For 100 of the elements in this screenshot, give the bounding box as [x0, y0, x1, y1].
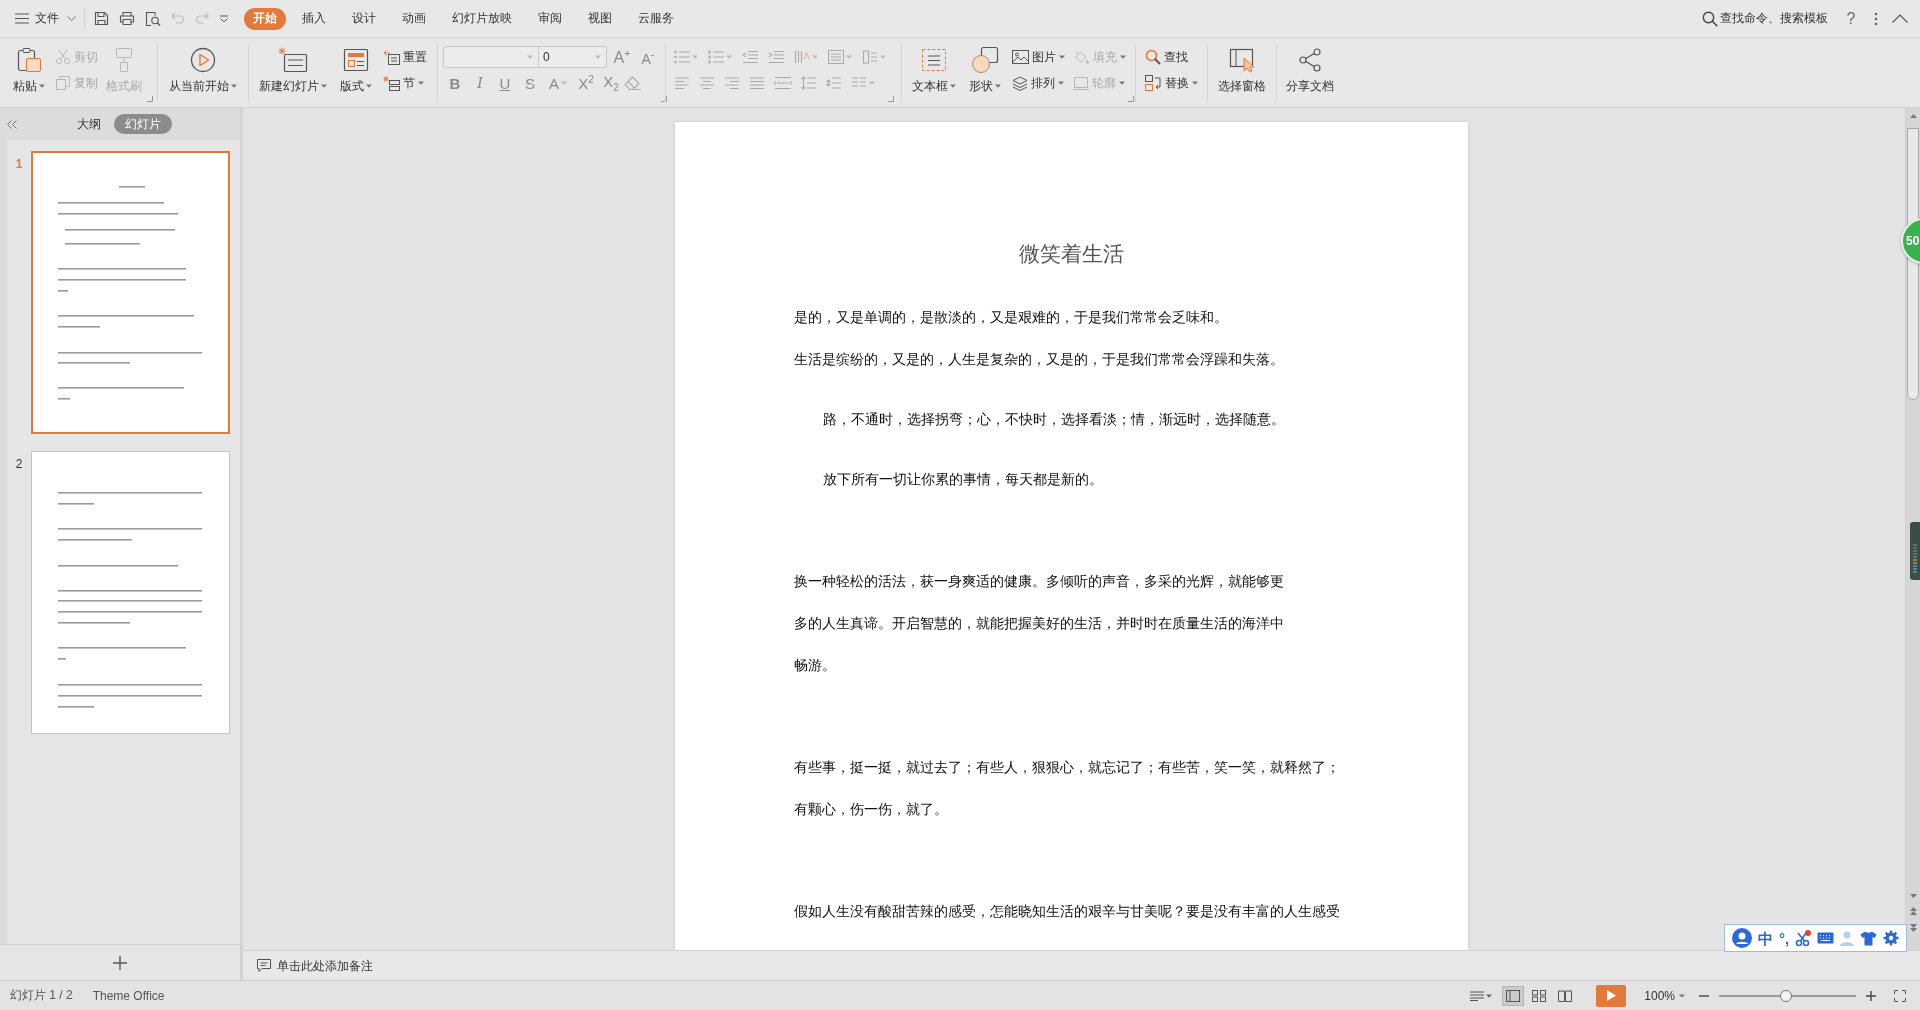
caret-icon	[1058, 81, 1064, 85]
eraser-icon[interactable]	[624, 76, 642, 90]
zoom-slider[interactable]	[1719, 988, 1856, 1003]
align-center-icon[interactable]	[699, 76, 715, 90]
align-left-icon[interactable]	[674, 76, 690, 90]
view-button[interactable]	[1502, 985, 1525, 1006]
help-button[interactable]: ?	[1844, 9, 1858, 28]
keyboard-icon[interactable]	[1817, 932, 1835, 944]
scissors-icon	[55, 49, 71, 65]
reset-button[interactable]: 重置	[383, 44, 427, 70]
block-and-lines-icon[interactable]	[862, 50, 878, 64]
align-text-icon[interactable]	[828, 50, 844, 64]
text-direction-icon[interactable]	[794, 50, 810, 64]
caret-icon	[880, 55, 886, 59]
distributed-icon[interactable]	[774, 76, 792, 90]
font-size-field[interactable]: 0	[539, 46, 607, 68]
increase-indent-icon[interactable]	[768, 50, 784, 64]
decrease-indent-icon[interactable]	[742, 50, 758, 64]
paintbrush-icon	[113, 47, 135, 73]
caret-icon	[366, 84, 372, 88]
settings-icon[interactable]	[1882, 930, 1899, 946]
paragraph-spacing-icon[interactable]	[826, 76, 842, 90]
previous-slide-icon[interactable]	[1909, 907, 1917, 915]
ribbon-tab[interactable]: 动画	[389, 7, 439, 30]
punctuation-toggle[interactable]: °,	[1778, 930, 1790, 946]
scroll-down-icon[interactable]	[1909, 894, 1917, 898]
layout-button[interactable]: 版式	[338, 44, 374, 102]
new-slide-button[interactable]: 新建幻灯片	[258, 44, 328, 102]
slide-sorter-icon	[1532, 989, 1547, 1002]
text-box-button[interactable]: 文本框	[911, 44, 957, 102]
zoom-slider-thumb[interactable]	[1780, 989, 1793, 1002]
slide-paragraph: 放下所有一切让你累的事情，每天都是新的。	[821, 470, 1103, 489]
picture-icon	[1012, 50, 1029, 64]
picture-button[interactable]: 图片	[1012, 44, 1065, 70]
fit-to-window-icon[interactable]	[1894, 989, 1906, 1002]
slideshow-button[interactable]	[1596, 984, 1627, 1007]
share-icon	[1298, 48, 1322, 72]
collapse-panel-icon[interactable]	[7, 119, 17, 129]
side-panel-tab[interactable]	[1910, 522, 1920, 580]
zoom-out-icon[interactable]	[1699, 994, 1709, 997]
justify-icon[interactable]	[749, 76, 765, 90]
chevron-down-icon	[67, 16, 76, 21]
notes-field[interactable]: 单击此处添加备注	[277, 955, 577, 976]
ribbon-tab[interactable]: 视图	[575, 7, 625, 30]
dialog-launcher-icon[interactable]	[1128, 96, 1134, 102]
zoom-level-dropdown[interactable]: 100%	[1644, 988, 1685, 1003]
replace-icon	[1145, 75, 1162, 91]
input-mode-toggle[interactable]: 中	[1757, 930, 1773, 946]
reading-view-icon	[1558, 989, 1573, 1002]
section-button[interactable]: 节	[383, 70, 427, 96]
ribbon-tab[interactable]: 设计	[339, 7, 389, 30]
find-button[interactable]: 查找	[1145, 44, 1198, 70]
customize-dropdown-icon[interactable]	[219, 14, 229, 23]
ribbon-tab[interactable]: 插入	[289, 7, 339, 30]
undo-icon[interactable]	[171, 12, 185, 25]
print-preview-icon[interactable]	[145, 10, 161, 27]
play-icon	[1606, 990, 1616, 1001]
scissors-icon[interactable]	[1795, 929, 1812, 947]
shirt-icon[interactable]	[1859, 930, 1877, 946]
redo-icon[interactable]	[195, 12, 209, 25]
scroll-up-icon[interactable]	[1909, 114, 1917, 118]
collapse-ribbon-icon[interactable]	[1892, 14, 1908, 23]
more-options-icon[interactable]	[1874, 11, 1878, 26]
dialog-launcher-icon[interactable]	[661, 96, 667, 102]
line-spacing-icon[interactable]	[801, 76, 817, 90]
align-right-icon[interactable]	[724, 76, 740, 90]
new-slide-icon	[278, 47, 308, 73]
caret-icon	[321, 84, 327, 88]
bullet-list-icon[interactable]	[674, 50, 690, 64]
panel-tab[interactable]: 大纲	[77, 114, 101, 134]
arrange-button[interactable]: 排列	[1012, 70, 1065, 96]
notes-toggle-icon[interactable]	[1470, 990, 1485, 1001]
person-icon[interactable]	[1840, 930, 1854, 946]
layers-icon	[1012, 75, 1028, 91]
slide-thumbnail[interactable]	[31, 151, 230, 434]
caret-icon	[527, 55, 533, 59]
numbered-list-icon[interactable]	[708, 50, 724, 64]
next-slide-icon[interactable]	[1909, 924, 1917, 932]
file-menu[interactable]: 文件	[15, 6, 76, 31]
ribbon-tab[interactable]: 审阅	[525, 7, 575, 30]
ribbon-tab[interactable]: 幻灯片放映	[439, 7, 525, 30]
play-from-current-button[interactable]: 从当前开始	[166, 44, 240, 102]
selection-pane-button[interactable]: 选择窗格	[1217, 44, 1267, 102]
menu-icon	[15, 13, 29, 24]
user-avatar-icon[interactable]	[1732, 928, 1752, 948]
save-icon[interactable]	[94, 11, 109, 26]
ribbon-tab[interactable]: 云服务	[625, 7, 687, 30]
paste-button[interactable]: 粘贴	[10, 44, 48, 102]
font-name-field[interactable]	[443, 46, 539, 68]
command-search[interactable]: 查找命令、搜索模板	[1702, 7, 1828, 30]
share-document-button[interactable]: 分享文档	[1285, 44, 1335, 102]
slide-thumbnail[interactable]	[31, 451, 230, 734]
replace-button[interactable]: 替换	[1145, 70, 1198, 96]
dialog-launcher-icon[interactable]	[147, 96, 153, 102]
dialog-launcher-icon[interactable]	[888, 96, 894, 102]
zoom-in-icon[interactable]	[1866, 990, 1876, 1001]
caret-icon	[950, 84, 956, 88]
print-icon[interactable]	[119, 11, 135, 26]
shape-button[interactable]: 形状	[967, 44, 1003, 102]
caret-icon	[231, 84, 237, 88]
